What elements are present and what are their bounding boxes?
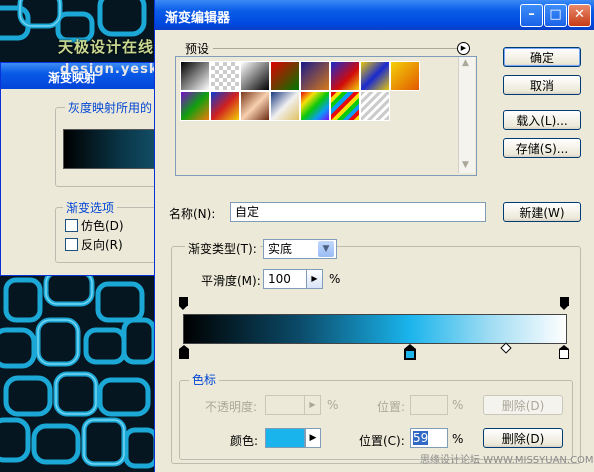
preset-swatch[interactable] (330, 91, 360, 121)
slider-arrow-icon[interactable]: ▶ (307, 269, 323, 289)
gradient-preview-swatch[interactable] (63, 129, 161, 169)
color-picker-arrow-icon[interactable]: ▶ (305, 428, 321, 448)
color-location-label: 位置(C): (359, 434, 405, 448)
new-button[interactable]: 新建(W) (503, 202, 581, 222)
delete-opacity-stop-button[interactable]: 删除(D) (483, 395, 563, 415)
preset-swatch[interactable] (270, 61, 300, 91)
cancel-button[interactable]: 取消 (503, 75, 581, 95)
gradient-editor-title: 渐变编辑器 (165, 11, 231, 26)
preset-swatch[interactable] (210, 91, 240, 121)
watermark-top: 天极设计在线 (58, 38, 155, 56)
opacity-stop-right[interactable] (560, 297, 569, 310)
preset-swatch[interactable] (390, 61, 420, 91)
opacity-unit: % (327, 398, 339, 412)
smoothness-unit: % (329, 272, 341, 286)
color-stop-black[interactable] (179, 345, 189, 359)
opacity-location-input[interactable] (410, 395, 448, 415)
gradient-type-value: 实底 (268, 242, 293, 256)
preset-swatch[interactable] (180, 91, 210, 121)
save-button[interactable]: 存储(S)... (503, 138, 581, 158)
presets-divider (213, 48, 457, 49)
preset-swatch[interactable] (300, 61, 330, 91)
opacity-input[interactable] (265, 395, 305, 415)
smoothness-input[interactable]: 100 (263, 269, 307, 289)
gradient-editor-dialog: 渐变编辑器 – □ ✕ 预设 ▶ ▲ ▼ 确定 取消 载入(L)... 存储(S… (154, 0, 594, 472)
color-location-value: 59 (413, 431, 429, 445)
opacity-location-unit: % (452, 398, 464, 412)
opacity-arrow-icon[interactable]: ▶ (305, 395, 321, 415)
opacity-location-label: 位置: (377, 400, 406, 414)
gradient-map-dialog: 渐变映射 灰度映射所用的 渐变选项 仿色(D) 反向(R) (0, 62, 162, 276)
gradient-bar[interactable] (183, 314, 567, 344)
color-location-input[interactable]: 59 (410, 428, 448, 448)
preset-swatch[interactable] (180, 61, 210, 91)
ok-button[interactable]: 确定 (503, 47, 581, 67)
delete-color-stop-button[interactable]: 删除(D) (483, 428, 563, 448)
preset-swatch[interactable] (240, 61, 270, 91)
dither-checkbox[interactable] (65, 219, 78, 232)
presets-label: 预设 (185, 42, 210, 56)
scroll-down-icon[interactable]: ▼ (462, 160, 469, 170)
color-stop-white[interactable] (559, 345, 569, 359)
gradient-type-label: 渐变类型(T): (185, 240, 260, 257)
close-icon[interactable]: ✕ (568, 4, 591, 27)
gradient-options-label: 渐变选项 (63, 199, 118, 216)
preset-swatch[interactable] (270, 91, 300, 121)
presets-scrollbar[interactable]: ▲ ▼ (458, 57, 475, 173)
opacity-label: 不透明度: (205, 400, 258, 414)
color-location-unit: % (452, 432, 464, 446)
color-label: 颜色: (230, 434, 259, 448)
preset-swatch[interactable] (360, 91, 390, 121)
preset-swatch[interactable] (240, 91, 270, 121)
grayscale-mapping-label: 灰度映射所用的 (65, 99, 156, 116)
name-label: 名称(N): (169, 207, 216, 221)
stops-label: 色标 (189, 371, 220, 388)
watermark-bottom: 思缘设计论坛 WWW.MISSYUAN.COM (420, 455, 594, 466)
smoothness-label: 平滑度(M): (201, 274, 261, 288)
presets-panel: ▲ ▼ (175, 56, 477, 176)
preset-swatch[interactable] (210, 61, 240, 91)
reverse-label: 反向(R) (81, 238, 123, 252)
load-button[interactable]: 载入(L)... (503, 110, 581, 130)
maximize-icon[interactable]: □ (544, 4, 567, 27)
menu-arrow-icon[interactable]: ▶ (457, 42, 470, 55)
color-swatch[interactable] (265, 428, 305, 448)
dropdown-arrow-icon[interactable]: ▼ (318, 241, 334, 257)
opacity-stop-left[interactable] (179, 297, 188, 310)
reverse-checkbox[interactable] (65, 238, 78, 251)
minimize-icon[interactable]: – (520, 4, 543, 27)
preset-swatch[interactable] (300, 91, 330, 121)
preset-swatch[interactable] (330, 61, 360, 91)
name-input[interactable]: 自定 (230, 202, 486, 222)
dither-label: 仿色(D) (81, 219, 124, 233)
gradient-editor-titlebar[interactable]: 渐变编辑器 – □ ✕ (155, 0, 594, 30)
scroll-up-icon[interactable]: ▲ (462, 58, 469, 68)
preset-swatch[interactable] (360, 61, 390, 91)
color-stop-blue-selected[interactable] (404, 344, 416, 360)
